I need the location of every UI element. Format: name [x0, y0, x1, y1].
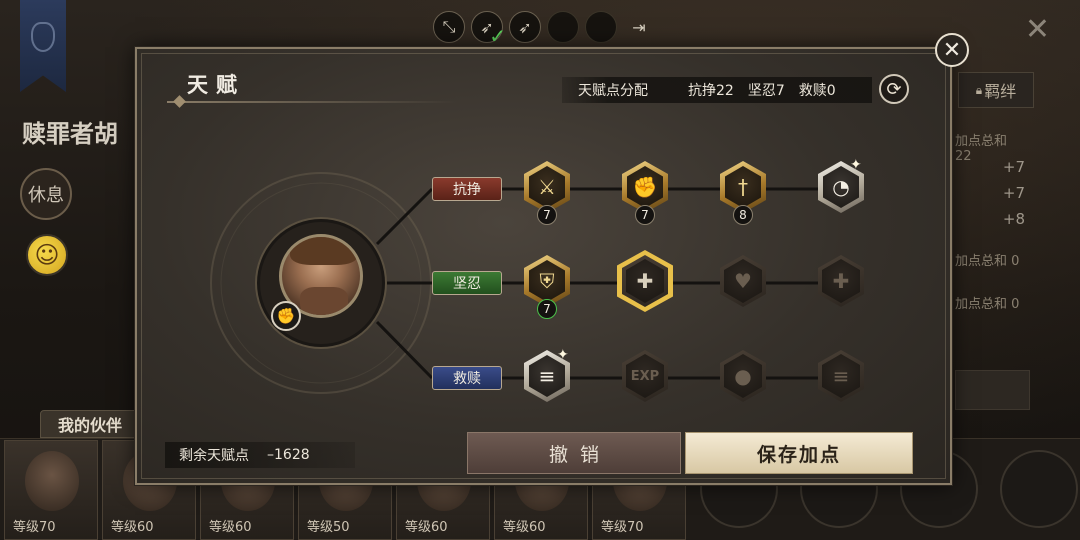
sparkle-icon: ✦ [557, 347, 569, 363]
expand-arrows-icon[interactable]: ⤡ [433, 11, 465, 43]
bond-tab-label: 羁绊 [984, 82, 1017, 101]
talent-dialog: 天赋 天赋点分配 抗挣22 坚忍7 救赎0 ⟳ ✊ 抗挣 坚忍 救赎 ⚔ 7 ✊… [135, 47, 952, 485]
branch-label-redeem: 救赎 [432, 366, 502, 390]
partner-level: 等级60 [503, 520, 546, 535]
top-tab-bar: ⤡ ➶ ✓ ➶ ⇥ [425, 8, 655, 48]
remaining-points: 剩余天赋点 –1628 [165, 442, 355, 468]
stat-value: +8 [1002, 210, 1025, 228]
partner-card[interactable]: 等级70 [4, 440, 98, 540]
empty-slot[interactable] [585, 11, 617, 43]
remaining-value: –1628 [267, 447, 310, 463]
branch-label-resist: 抗挣 [432, 177, 502, 201]
bond-tab[interactable]: 🔒︎ 羁绊 [958, 72, 1034, 108]
empty-slot[interactable] [547, 11, 579, 43]
close-icon[interactable]: ✕ [935, 33, 969, 67]
exp-icon: EXP [626, 354, 664, 398]
hero-name: 赎罪者胡 [22, 119, 118, 148]
portrait-hair [290, 237, 358, 265]
sparkle-icon: ✦ [850, 157, 862, 173]
remaining-label: 剩余天赋点 [179, 448, 249, 464]
partner-level: 等级60 [111, 520, 154, 535]
bow-icon[interactable]: ➶ ✓ [471, 11, 506, 48]
bow-icon[interactable]: ➶ [509, 11, 541, 43]
stat-value: +7 [1002, 184, 1025, 202]
stat-total-3: 加点总和 0 [955, 297, 1020, 312]
branch-label-endure: 坚忍 [432, 271, 502, 295]
dagger-icon: † [725, 166, 761, 208]
background-close-icon[interactable]: ✕ [1025, 12, 1050, 47]
steps-icon: ≡ [822, 354, 860, 398]
empty-partner-slot[interactable] [1000, 450, 1078, 528]
rest-button[interactable]: 休息 [20, 168, 72, 220]
partner-level: 等级60 [209, 520, 252, 535]
exit-door-icon[interactable]: ⇥ [623, 11, 655, 43]
gauntlet-icon: ✊ [271, 301, 301, 331]
stat-total-2: 加点总和 0 [955, 254, 1020, 269]
portrait-beard [300, 287, 348, 315]
heart-icon: ♥ [724, 259, 762, 303]
cancel-button[interactable]: 撤销 [467, 432, 681, 474]
armor-icon: ⛨ [529, 260, 565, 302]
partner-portrait [25, 451, 79, 511]
partners-tab[interactable]: 我的伙伴 [40, 410, 140, 438]
partner-level: 等级60 [405, 520, 448, 535]
lock-icon: 🔒︎ [975, 82, 983, 97]
stat-value: +7 [1002, 158, 1025, 176]
partner-level: 等级70 [13, 520, 56, 535]
partner-level: 等级70 [601, 520, 644, 535]
money-bag-icon: ● [724, 354, 762, 398]
node-count: 8 [733, 205, 753, 225]
helmet-icon [31, 22, 55, 52]
broken-heal-icon: ✚ [626, 259, 664, 303]
partner-level: 等级50 [307, 520, 350, 535]
node-count: 7 [537, 205, 557, 225]
save-points-button[interactable]: 保存加点 [685, 432, 913, 474]
emoji-icon[interactable]: ☺ [26, 234, 68, 276]
broken-heal-icon: ✚ [822, 259, 860, 303]
fist-icon: ✊ [627, 166, 663, 208]
node-count: 7 [537, 299, 557, 319]
background-panel [955, 370, 1030, 410]
node-count: 7 [635, 205, 655, 225]
check-icon: ✓ [489, 24, 506, 48]
sword-icon: ⚔ [529, 166, 565, 208]
